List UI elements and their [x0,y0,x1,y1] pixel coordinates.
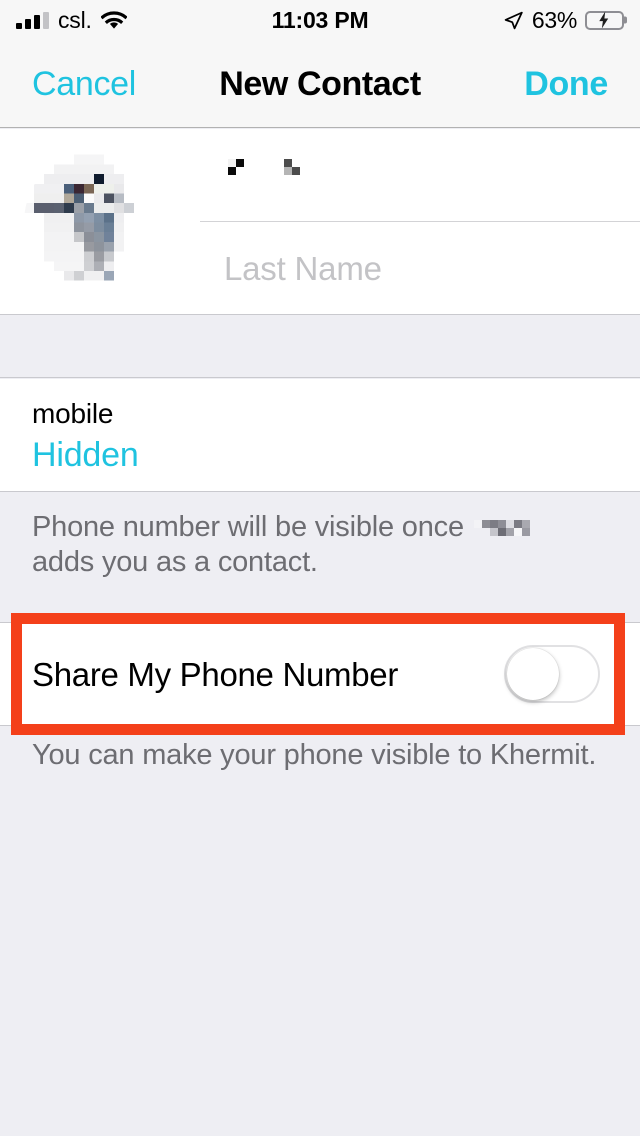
redacted-contact-name [473,516,538,545]
phone-visibility-note: Phone number will be visible once adds y… [0,493,640,579]
first-name-field[interactable] [200,129,640,222]
section-gap [0,316,640,378]
contact-name-section: Last Name [0,129,640,315]
battery-percent-label: 63% [531,6,578,33]
phone-value[interactable]: Hidden [32,436,640,475]
last-name-field[interactable]: Last Name [200,222,640,315]
empty-area [0,790,640,1136]
last-name-placeholder: Last Name [224,249,382,287]
done-button[interactable]: Done [524,67,608,101]
status-bar-left: csl. [16,6,272,33]
share-phone-number-label: Share My Phone Number [32,655,399,693]
share-phone-number-row[interactable]: Share My Phone Number [0,622,640,726]
phone-row[interactable]: mobile Hidden [0,379,640,492]
navigation-bar: Cancel New Contact Done [0,40,640,128]
status-bar: csl. 11:03 PM 63% [0,0,640,40]
location-arrow-icon [503,10,524,31]
status-bar-right: 63% [368,6,625,33]
status-bar-center: 11:03 PM [271,6,369,33]
signal-bars-icon [16,11,49,29]
toggle-knob [507,648,559,700]
redacted-first-name [224,158,384,192]
contact-avatar[interactable] [24,145,184,300]
share-phone-number-toggle[interactable] [504,645,600,703]
battery-charging-icon [585,10,625,30]
phone-label: mobile [32,398,114,429]
note-text-before: Phone number will be visible once [32,511,464,543]
clock-label: 11:03 PM [271,6,369,33]
wifi-icon [100,10,127,30]
share-note-text: You can make your phone visible to Kherm… [32,739,597,771]
note-text-after: adds you as a contact. [32,545,318,578]
share-phone-number-note: You can make your phone visible to Kherm… [0,736,640,773]
cancel-button[interactable]: Cancel [32,67,136,101]
name-fields: Last Name [200,129,640,315]
carrier-label: csl. [58,6,92,33]
phone-screen: csl. 11:03 PM 63% Cancel New Contact Don… [0,0,640,1136]
